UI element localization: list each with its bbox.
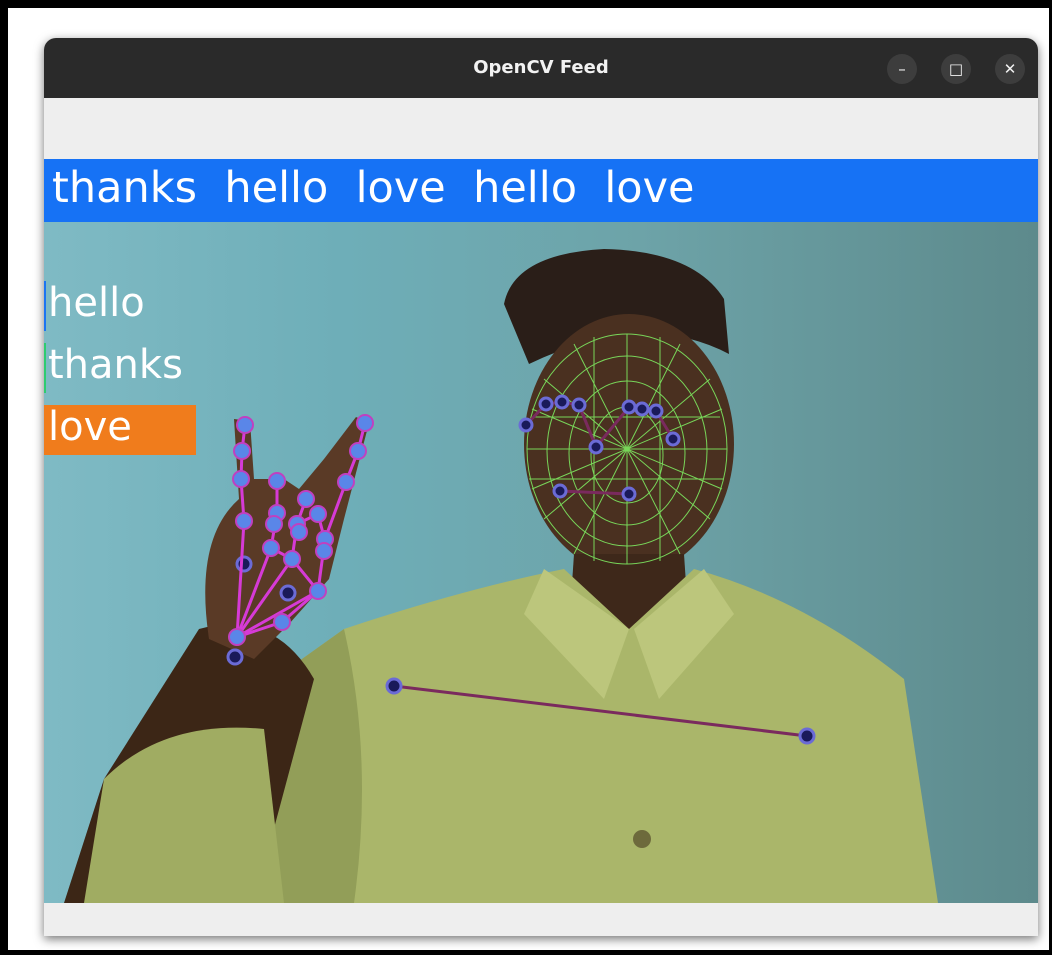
- prob-bar-thanks: [44, 343, 46, 393]
- shirt-button: [633, 830, 651, 848]
- arm-sleeve: [84, 727, 284, 903]
- close-button[interactable]: ✕: [995, 54, 1025, 84]
- maximize-button[interactable]: □: [941, 54, 971, 84]
- window-padding-bottom: [44, 903, 1038, 936]
- window-padding-top: [44, 98, 1038, 159]
- prob-label-hello: hello: [48, 280, 145, 326]
- close-icon: ✕: [1003, 60, 1017, 78]
- sentence-bar: thanks hello love hello love: [44, 159, 1038, 222]
- minimize-button[interactable]: –: [887, 54, 917, 84]
- title-bar[interactable]: OpenCV Feed – □ ✕: [44, 38, 1038, 98]
- prob-label-thanks: thanks: [48, 342, 183, 388]
- sentence-text: thanks hello love hello love: [52, 163, 695, 213]
- camera-image: [64, 249, 938, 903]
- camera-feed: thanks hello love hello love hello thank…: [44, 159, 1038, 903]
- screenshot-frame: OpenCV Feed – □ ✕ thanks hello love hell…: [0, 0, 1052, 955]
- prob-label-love: love: [48, 404, 132, 450]
- opencv-window: OpenCV Feed – □ ✕ thanks hello love hell…: [44, 38, 1038, 936]
- maximize-icon: □: [948, 60, 964, 78]
- minimize-icon: –: [898, 60, 906, 78]
- prob-bar-hello: [44, 281, 46, 331]
